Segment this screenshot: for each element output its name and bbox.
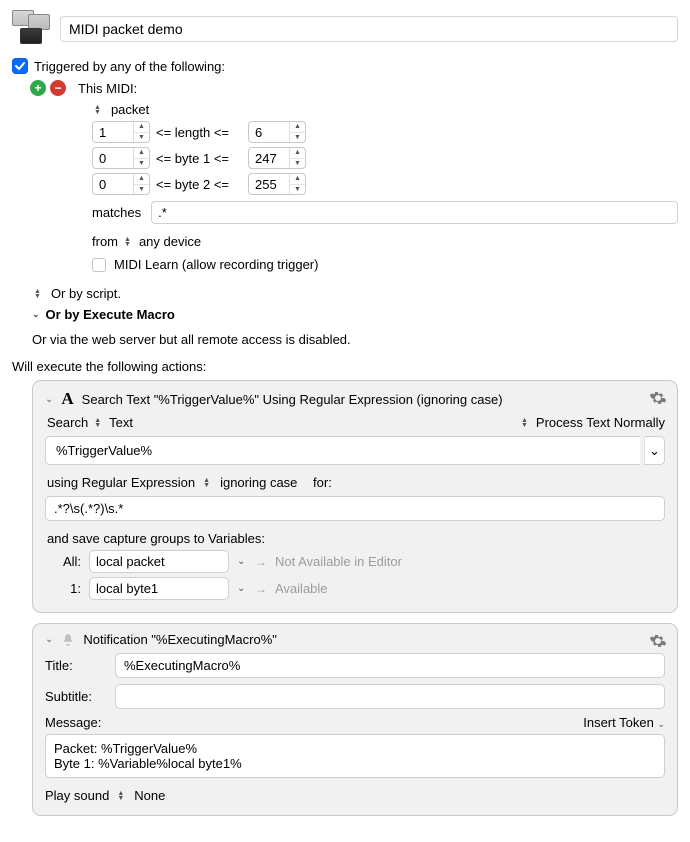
byte2-min-input[interactable] [93,174,133,194]
search-text-token-button[interactable]: ⌄ [644,436,665,465]
play-sound-value: None [134,788,165,803]
action-title: Notification "%ExecutingMacro%" [83,632,276,647]
action-title: Search Text "%TriggerValue%" Using Regul… [82,392,503,407]
byte1-min-stepper[interactable]: ▲▼ [92,147,150,169]
length-max-stepper[interactable]: ▲▼ [248,121,306,143]
from-device-value: any device [139,234,201,249]
notif-message-input[interactable]: Packet: %TriggerValue% Byte 1: %Variable… [45,734,665,778]
macro-icon [12,10,52,48]
play-sound-label: Play sound [45,788,109,803]
from-device-select[interactable] [124,237,131,247]
byte1-min-input[interactable] [93,148,133,168]
for-label: for: [313,475,332,490]
var-1-label: 1: [51,581,81,596]
search-mode-value: Text [109,415,133,430]
packet-type-select[interactable] [94,105,101,115]
packet-type-label: packet [111,102,149,117]
byte1-max-stepper[interactable]: ▲▼ [248,147,306,169]
action-disclosure[interactable]: ⌄ [45,634,53,645]
or-macro-disclosure[interactable]: ⌄ [32,309,40,320]
byte2-min-stepper[interactable]: ▲▼ [92,173,150,195]
from-label: from [92,234,118,249]
trigger-enabled-checkbox[interactable] [12,58,28,74]
process-mode-select[interactable] [521,418,528,428]
will-execute-label: Will execute the following actions: [12,359,678,374]
using-label: using Regular Expression [47,475,195,490]
or-macro-label: Or by Execute Macro [46,307,175,322]
case-mode-value: ignoring case [220,475,297,490]
notif-title-input[interactable] [115,653,665,678]
byte2-max-input[interactable] [249,174,289,194]
action-search-card: ⌄ A Search Text "%TriggerValue%" Using R… [32,380,678,613]
var-1-hint[interactable]: Available [275,581,328,596]
midi-learn-label: MIDI Learn (allow recording trigger) [114,257,318,272]
matches-input[interactable] [151,201,678,224]
insert-token-button[interactable]: Insert Token ⌄ [583,715,665,730]
byte1-label: <= byte 1 <= [156,151,242,166]
macro-title-input[interactable]: MIDI packet demo [60,16,678,42]
var-all-input[interactable] [89,550,229,573]
length-label: <= length <= [156,125,242,140]
or-script-label: Or by script. [51,286,121,301]
action-notification-card: ⌄ Notification "%ExecutingMacro%" Title:… [32,623,678,816]
length-max-input[interactable] [249,122,289,142]
add-trigger-button[interactable]: + [30,80,46,96]
notif-subtitle-input[interactable] [115,684,665,709]
search-mode-select[interactable] [94,418,101,428]
matches-label: matches [92,205,141,220]
midi-learn-checkbox[interactable] [92,258,106,272]
notif-title-label: Title: [45,658,105,673]
arrow-right-icon: → [255,582,267,596]
search-action-icon: A [61,389,73,409]
byte2-max-stepper[interactable]: ▲▼ [248,173,306,195]
notif-subtitle-label: Subtitle: [45,689,105,704]
var-1-menu[interactable]: ⌄ [237,583,247,594]
var-all-label: All: [51,554,81,569]
remove-trigger-button[interactable]: − [50,80,66,96]
var-all-hint[interactable]: Not Available in Editor [275,554,402,569]
triggered-heading: Triggered by any of the following: [34,59,225,74]
search-text-input[interactable] [54,442,632,459]
search-label: Search [47,415,88,430]
gear-icon[interactable] [649,632,667,650]
case-mode-select[interactable] [203,478,210,488]
gear-icon[interactable] [649,389,667,407]
length-min-stepper[interactable]: ▲▼ [92,121,150,143]
arrow-right-icon: → [255,555,267,569]
notif-message-label: Message: [45,715,101,730]
var-all-menu[interactable]: ⌄ [237,556,247,567]
byte2-label: <= byte 2 <= [156,177,242,192]
process-mode-value: Process Text Normally [536,415,665,430]
var-1-input[interactable] [89,577,229,600]
or-web-label: Or via the web server but all remote acc… [32,332,678,347]
bell-icon [61,633,75,647]
length-min-input[interactable] [93,122,133,142]
play-sound-select[interactable] [117,791,124,801]
regex-input[interactable] [45,496,665,521]
byte1-max-input[interactable] [249,148,289,168]
action-disclosure[interactable]: ⌄ [45,394,53,405]
save-groups-label: and save capture groups to Variables: [47,531,665,546]
this-midi-label: This MIDI: [78,81,137,96]
or-script-toggle[interactable] [34,289,41,299]
